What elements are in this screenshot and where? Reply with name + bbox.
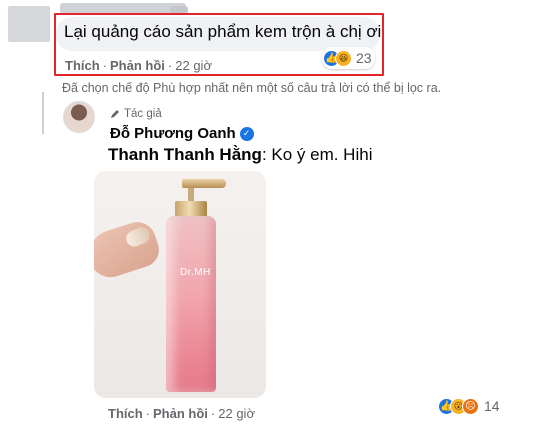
pen-icon xyxy=(111,110,119,118)
reply-photo[interactable]: Dr.MH xyxy=(94,171,266,398)
author-badge: Tác giả xyxy=(110,108,162,120)
reply-time[interactable]: 22 giờ xyxy=(218,406,255,421)
hand-shape xyxy=(94,217,164,283)
mention-link[interactable]: Thanh Thanh Hằng xyxy=(108,145,262,164)
author-badge-label: Tác giả xyxy=(124,108,162,120)
comment-reactions[interactable]: 👍 😆 23 xyxy=(322,47,375,69)
author-name-text[interactable]: Đỗ Phương Oanh xyxy=(110,125,236,142)
pump-head xyxy=(182,179,226,188)
comment-time[interactable]: 22 giờ xyxy=(175,58,212,73)
thread-connector xyxy=(42,92,44,134)
pink-bottle xyxy=(166,216,216,392)
comment-actions: Thích · Phản hồi · 22 giờ xyxy=(65,58,212,73)
filter-notice: Đã chọn chế độ Phù hợp nhất nên một số c… xyxy=(62,81,442,95)
reaction-count: 14 xyxy=(484,398,500,414)
sad-icon: ☹ xyxy=(462,397,479,415)
reply-actions: Thích · Phản hồi · 22 giờ xyxy=(108,406,255,421)
like-link[interactable]: Thích xyxy=(108,406,143,421)
reply-link[interactable]: Phản hồi xyxy=(110,58,165,73)
reply-reactions[interactable]: 👍 😮 ☹ 14 xyxy=(438,396,500,416)
reply-text: Thanh Thanh Hằng: Ko ý em. Hihi xyxy=(108,145,372,165)
author-avatar[interactable] xyxy=(63,101,95,133)
reaction-count: 23 xyxy=(356,50,372,66)
like-link[interactable]: Thích xyxy=(65,58,100,73)
pump-collar xyxy=(175,201,207,217)
haha-icon: 😆 xyxy=(335,49,352,67)
bottle-brand-text: Dr.MH xyxy=(180,267,211,278)
reply-link[interactable]: Phản hồi xyxy=(153,406,208,421)
verified-badge-icon: ✓ xyxy=(239,126,254,141)
reply-body: : Ko ý em. Hihi xyxy=(261,145,373,164)
author-name[interactable]: Đỗ Phương Oanh ✓ xyxy=(110,125,254,142)
commenter-avatar-blurred[interactable] xyxy=(8,6,50,42)
